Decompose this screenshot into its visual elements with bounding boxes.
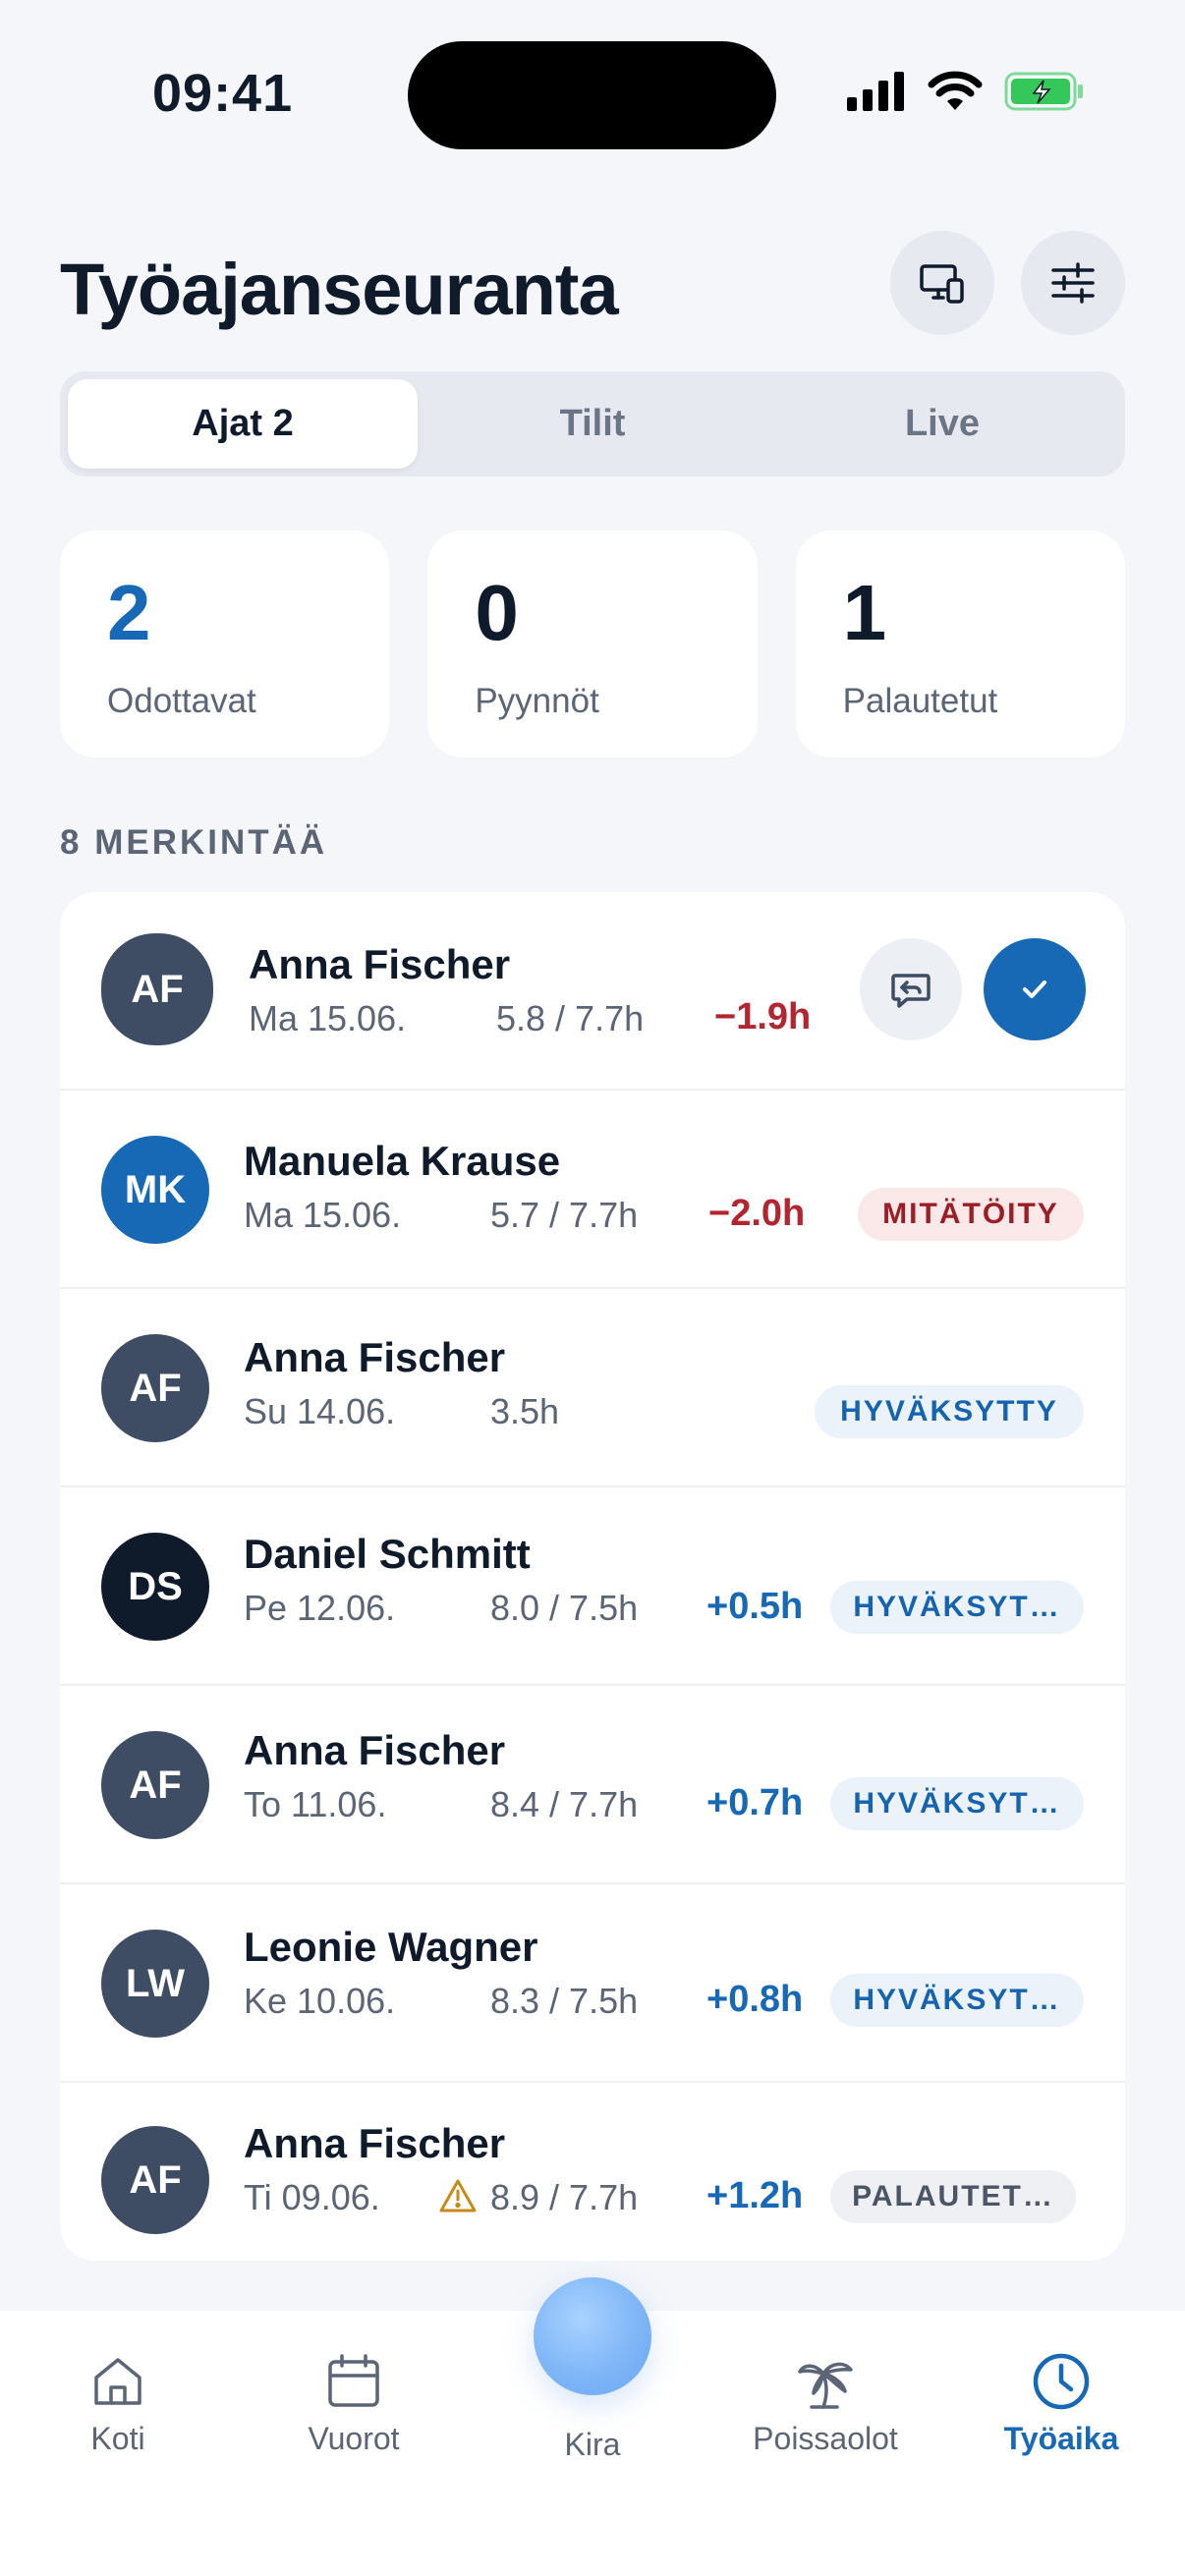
kira-assistant-button[interactable] (534, 2277, 651, 2395)
entry-name: Manuela Krause (244, 1138, 561, 1184)
entry-delta: −1.9h (714, 996, 812, 1037)
sliders-icon (1051, 262, 1095, 304)
warning-icon (439, 2179, 477, 2212)
entry-name: Anna Fischer (244, 1727, 506, 1773)
entry-name: Anna Fischer (244, 2120, 506, 2166)
status-icons (847, 71, 1085, 112)
avatar: AF (101, 2126, 209, 2234)
entry-date: Ti 09.06. (244, 2177, 380, 2217)
page-title: Työajanseuranta (60, 249, 619, 330)
filter-button[interactable] (1021, 231, 1125, 335)
entry-name: Leonie Wagner (244, 1924, 538, 1970)
avatar: LW (101, 1930, 209, 2038)
stat-label: Pyynnöt (475, 682, 599, 720)
entry-date: Ma 15.06. (244, 1195, 402, 1235)
status-bar: 09:41 (0, 0, 1185, 187)
stat-label: Odottavat (107, 682, 256, 720)
entry-name: Daniel Schmitt (244, 1531, 531, 1577)
table-row[interactable]: AF Anna Fischer To 11.06. 8.4 / 7.7h +0.… (60, 1686, 1125, 1884)
stat-label: Palautetut (842, 682, 998, 720)
approve-button[interactable] (984, 938, 1086, 1040)
tab-tilit[interactable]: Tilit (418, 379, 767, 469)
tab-poissaolot[interactable]: Poissaolot (707, 2350, 943, 2457)
return-message-icon (891, 974, 931, 1008)
entry-delta: +1.2h (706, 2175, 804, 2216)
entry-hours: 8.3 / 7.5h (490, 1981, 639, 2021)
tab-label: Vuorot (308, 2421, 400, 2456)
section-label: 8 MERKINTÄÄ (60, 823, 328, 862)
tab-label: Työaika (1003, 2421, 1119, 2456)
table-row[interactable]: DS Daniel Schmitt Pe 12.06. 8.0 / 7.5h +… (60, 1487, 1125, 1686)
stat-value: 2 (107, 569, 151, 656)
calendar-icon (328, 2354, 379, 2407)
avatar: MK (101, 1136, 209, 1244)
entry-hours: 8.4 / 7.7h (490, 1784, 639, 1824)
stats-row: 2 Odottavat 0 Pyynnöt 1 Palautetut (60, 531, 1125, 757)
battery-charging-icon (1004, 72, 1083, 111)
entry-name: Anna Fischer (249, 941, 511, 987)
stat-card-returned[interactable]: 1 Palautetut (795, 531, 1125, 757)
stat-value: 0 (475, 569, 519, 656)
palm-tree-icon (798, 2362, 853, 2409)
devices-icon (920, 264, 964, 304)
avatar: AF (101, 1334, 209, 1442)
tab-label: Poissaolot (753, 2421, 898, 2456)
entry-hours: 3.5h (490, 1391, 560, 1431)
signal-icon (847, 72, 904, 111)
avatar: DS (101, 1533, 209, 1641)
entry-hours: 8.0 / 7.5h (490, 1588, 639, 1628)
table-row[interactable]: AF Anna Fischer Su 14.06. 3.5h HYVÄKSYTT… (60, 1289, 1125, 1487)
check-icon (1023, 980, 1046, 998)
status-time: 09:41 (152, 64, 294, 123)
tab-label: Kira (564, 2427, 621, 2462)
home-icon (94, 2358, 141, 2405)
entry-delta: +0.7h (706, 1782, 804, 1823)
status-badge: HYVÄKSYT… (830, 1974, 1084, 2027)
avatar: AF (101, 933, 213, 1045)
stat-card-requests[interactable]: 0 Pyynnöt (427, 531, 758, 757)
clock-icon (1033, 2353, 1090, 2410)
entry-hours: 5.7 / 7.7h (490, 1195, 639, 1235)
entry-date: Pe 12.06. (244, 1588, 396, 1628)
entry-date: Ma 15.06. (249, 998, 407, 1038)
tab-ajat[interactable]: Ajat 2 (68, 379, 418, 469)
status-badge: HYVÄKSYTTY (815, 1385, 1084, 1438)
table-row[interactable]: AF Anna Fischer Ma 15.06. 5.8 / 7.7h −1.… (60, 892, 1125, 1091)
segmented-control: Ajat 2 Tilit Live (60, 371, 1125, 476)
status-badge: MITÄTÖITY (858, 1188, 1084, 1241)
entry-hours: 5.8 / 7.7h (496, 998, 645, 1038)
wifi-icon (928, 71, 983, 110)
table-row[interactable]: LW Leonie Wagner Ke 10.06. 8.3 / 7.5h +0… (60, 1884, 1125, 2083)
table-row[interactable]: MK Manuela Krause Ma 15.06. 5.7 / 7.7h −… (60, 1091, 1125, 1289)
tab-tyoaika[interactable]: Työaika (943, 2350, 1179, 2457)
entry-delta: +0.5h (706, 1586, 804, 1627)
avatar: AF (101, 1731, 209, 1839)
entry-name: Anna Fischer (244, 1334, 506, 1380)
table-row[interactable]: AF Anna Fischer Ti 09.06. 8.9 / 7.7h +1.… (60, 2083, 1125, 2261)
entry-date: To 11.06. (244, 1784, 387, 1824)
entry-hours: 8.9 / 7.7h (490, 2177, 639, 2217)
tab-koti[interactable]: Koti (0, 2350, 236, 2457)
return-button[interactable] (860, 938, 962, 1040)
dynamic-island (408, 41, 776, 149)
tab-live[interactable]: Live (767, 379, 1117, 469)
stat-value: 1 (842, 569, 887, 656)
stat-card-pending[interactable]: 2 Odottavat (60, 531, 390, 757)
entry-date: Su 14.06. (244, 1391, 396, 1431)
entry-date: Ke 10.06. (244, 1981, 396, 2021)
tab-vuorot[interactable]: Vuorot (236, 2350, 472, 2457)
entries-list: AF Anna Fischer Ma 15.06. 5.8 / 7.7h −1.… (60, 892, 1125, 2261)
status-badge: HYVÄKSYT… (830, 1581, 1084, 1634)
status-badge: HYVÄKSYT… (830, 1777, 1084, 1830)
entry-delta: −2.0h (708, 1193, 806, 1234)
devices-button[interactable] (890, 231, 994, 335)
status-badge: PALAUTET… (830, 2170, 1076, 2223)
tab-label: Koti (90, 2421, 145, 2456)
entry-delta: +0.8h (706, 1979, 804, 2020)
